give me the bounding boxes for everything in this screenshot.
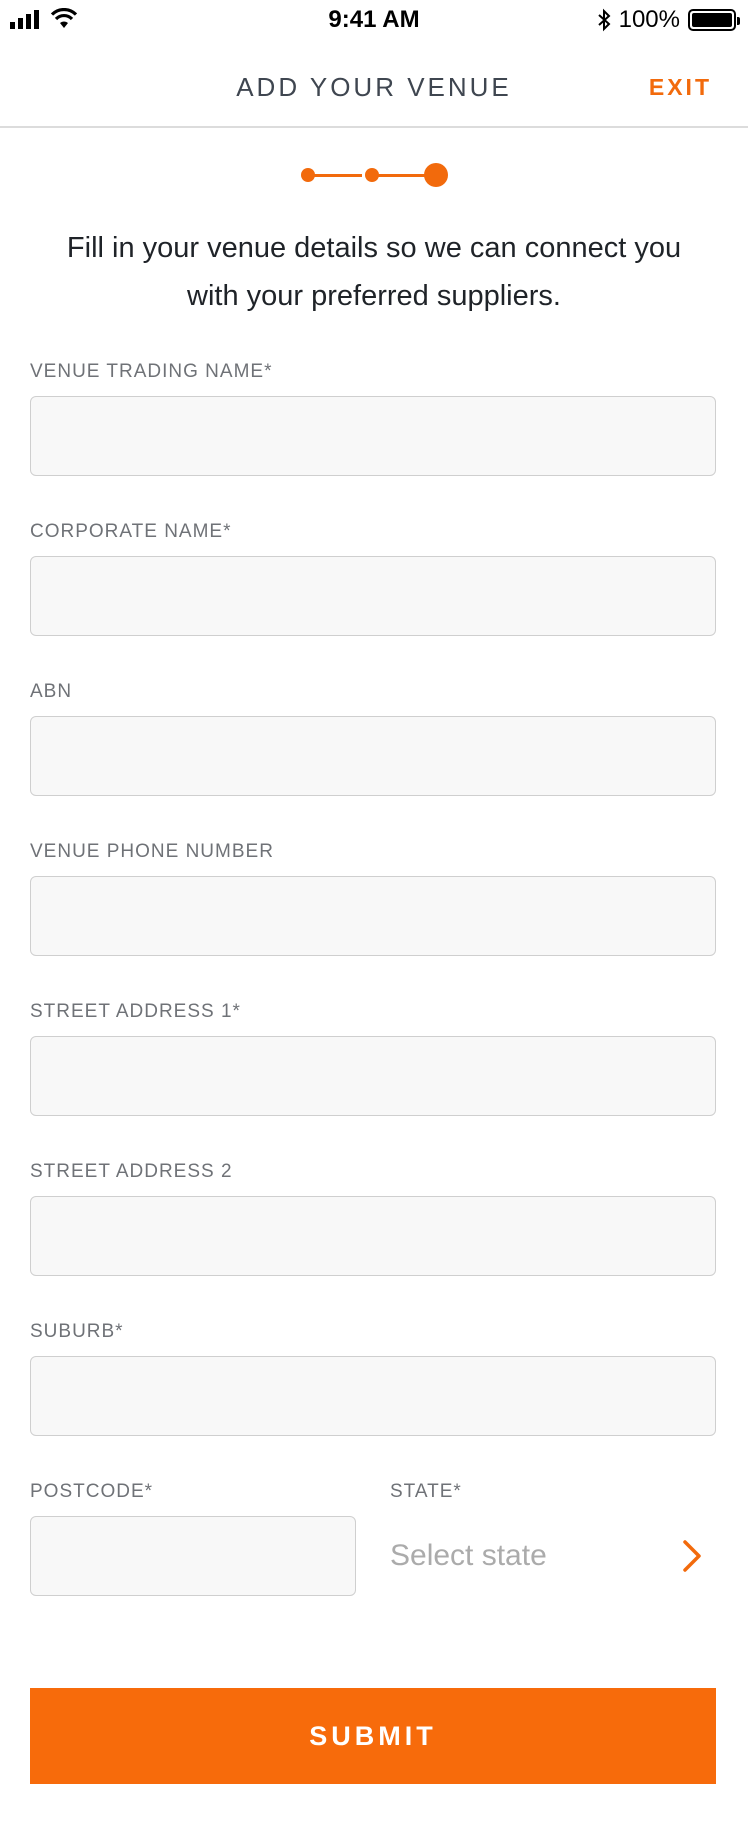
street-address-2-label: STREET ADDRESS 2 [30, 1161, 233, 1182]
street-address-1-label: STREET ADDRESS 1* [30, 1001, 241, 1022]
venue-trading-name-label: VENUE TRADING NAME* [30, 361, 273, 382]
state-select[interactable]: Select state [390, 1516, 716, 1596]
battery-percentage: 100% [618, 6, 680, 33]
step-1-dot [301, 168, 315, 182]
exit-button[interactable]: EXIT [649, 74, 712, 101]
step-3-dot-current [424, 163, 448, 187]
suburb-label: SUBURB* [30, 1321, 124, 1342]
battery-icon [688, 9, 740, 31]
page-title: ADD YOUR VENUE [236, 72, 512, 102]
corporate-name-input[interactable] [30, 556, 716, 636]
progress-connector [372, 174, 432, 177]
venue-phone-number-input[interactable] [30, 876, 716, 956]
state-placeholder: Select state [390, 1539, 547, 1572]
corporate-name-label: CORPORATE NAME* [30, 521, 232, 542]
nav-header: ADD YOUR VENUE EXIT [0, 40, 748, 128]
progress-connector [308, 174, 362, 177]
street-address-2-input[interactable] [30, 1196, 716, 1276]
postcode-label: POSTCODE* [30, 1481, 154, 1502]
state-label: STATE* [390, 1481, 462, 1502]
postcode-input[interactable] [30, 1516, 356, 1596]
step-progress-indicator [298, 162, 448, 188]
bluetooth-icon [597, 8, 611, 32]
step-2-dot [365, 168, 379, 182]
add-venue-screen: 9:41 AM 100% ADD YOUR VENUE EXIT Fill in… [0, 0, 748, 1834]
intro-text: Fill in your venue details so we can con… [66, 232, 682, 312]
status-bar: 9:41 AM 100% [0, 0, 748, 40]
abn-input[interactable] [30, 716, 716, 796]
venue-trading-name-input[interactable] [30, 396, 716, 476]
submit-button[interactable]: SUBMIT [30, 1688, 716, 1784]
chevron-right-icon [683, 1540, 701, 1572]
street-address-1-input[interactable] [30, 1036, 716, 1116]
abn-label: ABN [30, 681, 73, 702]
suburb-input[interactable] [30, 1356, 716, 1436]
status-right: 100% [597, 6, 740, 34]
venue-phone-number-label: VENUE PHONE NUMBER [30, 841, 274, 862]
